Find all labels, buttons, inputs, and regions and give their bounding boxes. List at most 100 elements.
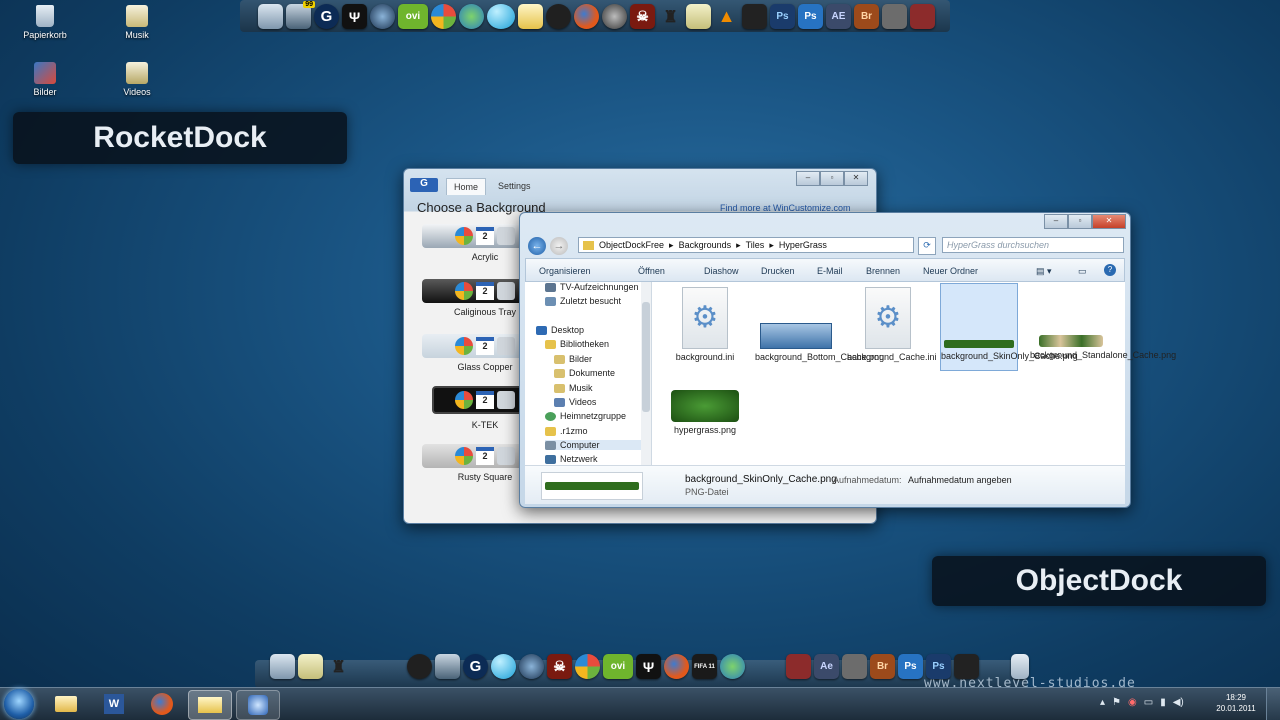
nav-item[interactable]: Netzwerk bbox=[545, 454, 598, 464]
monitor-icon[interactable]: 99 bbox=[286, 1, 315, 29]
antivirus-icon[interactable]: ◉ bbox=[1128, 697, 1137, 708]
vlc-icon[interactable]: ▲ bbox=[714, 4, 739, 29]
file-item[interactable]: background_Bottom_Cache.png bbox=[755, 287, 884, 362]
volume-icon[interactable]: ◀) bbox=[1173, 697, 1184, 708]
start-button[interactable] bbox=[4, 689, 34, 719]
view-options-icon[interactable]: ▤ ▾ bbox=[1036, 259, 1052, 283]
back-button[interactable]: ← bbox=[528, 237, 546, 255]
forward-button[interactable]: → bbox=[550, 237, 568, 255]
fifa-icon[interactable]: FIFA 11 bbox=[692, 654, 717, 679]
skull-game-icon[interactable]: ☠ bbox=[547, 654, 572, 679]
nav-item[interactable]: TV-Aufzeichnungen bbox=[545, 282, 639, 292]
moon-app-icon[interactable] bbox=[519, 654, 544, 679]
new-folder-button[interactable]: Neuer Ordner bbox=[923, 259, 978, 283]
nav-item[interactable]: Desktop bbox=[536, 325, 584, 335]
settings-icon[interactable] bbox=[882, 4, 907, 29]
steam-icon[interactable] bbox=[546, 4, 571, 29]
nav-item[interactable]: Zuletzt besucht bbox=[545, 296, 621, 306]
minimize-button[interactable]: – bbox=[796, 171, 820, 186]
file-item[interactable]: ⚙ background_Cache.ini bbox=[847, 287, 937, 362]
g-app-icon[interactable]: G bbox=[463, 654, 488, 679]
desktop-icon-pictures[interactable]: Bilder bbox=[10, 62, 80, 97]
firefox-icon[interactable] bbox=[574, 4, 599, 29]
messenger-icon[interactable] bbox=[720, 654, 745, 679]
address-bar[interactable]: ObjectDockFree ▸ Backgrounds ▸ Tiles ▸ Hype… bbox=[578, 237, 914, 253]
organize-button[interactable]: Organisieren bbox=[539, 259, 591, 283]
bridge-icon[interactable]: Br bbox=[854, 4, 879, 29]
after-effects-icon[interactable]: AE bbox=[826, 4, 851, 29]
flag-icon[interactable]: ⚑ bbox=[1112, 697, 1121, 708]
photoshop-icon[interactable]: Ps bbox=[770, 4, 795, 29]
desktop-icon-videos[interactable]: Videos bbox=[102, 62, 172, 97]
taskbar-word-button[interactable]: W bbox=[94, 690, 134, 718]
breadcrumb-item[interactable]: HyperGrass bbox=[779, 240, 827, 250]
wing-app-icon[interactable]: Ψ bbox=[636, 654, 661, 679]
nav-item[interactable]: Musik bbox=[554, 383, 593, 393]
after-effects-icon[interactable]: Ae bbox=[814, 654, 839, 679]
scrollbar[interactable] bbox=[641, 282, 651, 465]
moon-app-icon[interactable] bbox=[370, 4, 395, 29]
desktop-icon-recycle-bin[interactable]: Papierkorb bbox=[10, 5, 80, 40]
ovi-icon[interactable]: ovi bbox=[603, 654, 633, 679]
tool-icon[interactable] bbox=[910, 4, 935, 29]
breadcrumb-item[interactable]: ObjectDockFree bbox=[599, 240, 664, 250]
minimize-button[interactable]: – bbox=[1044, 214, 1068, 229]
network-signal-icon[interactable]: ▮ bbox=[1160, 697, 1166, 708]
breadcrumb-item[interactable]: Tiles bbox=[746, 240, 765, 250]
email-button[interactable]: E-Mail bbox=[817, 259, 843, 283]
close-button[interactable]: ✕ bbox=[1092, 214, 1126, 229]
nav-item[interactable]: Bibliotheken bbox=[545, 339, 609, 349]
breadcrumb-item[interactable]: Backgrounds bbox=[679, 240, 732, 250]
taskbar-firefox-button[interactable] bbox=[142, 690, 182, 718]
burn-button[interactable]: Brennen bbox=[866, 259, 900, 283]
photoshop-icon[interactable]: Ps bbox=[898, 654, 923, 679]
g-app-icon[interactable]: G bbox=[314, 4, 339, 29]
file-item-selected[interactable]: background_SkinOnly_Cache.png bbox=[940, 283, 1078, 371]
preview-pane-icon[interactable]: ▭ bbox=[1078, 259, 1087, 283]
search-input[interactable]: HyperGrass durchsuchen bbox=[942, 237, 1124, 253]
folder-icon[interactable] bbox=[518, 4, 543, 29]
sphere-icon[interactable] bbox=[487, 4, 515, 29]
notes-icon[interactable] bbox=[298, 654, 323, 679]
explorer-window[interactable]: – ▫ ✕ ← → ObjectDockFree ▸ Backgrounds ▸ Til… bbox=[519, 212, 1176, 508]
monitor-icon[interactable] bbox=[435, 654, 460, 679]
photoshop-icon-2[interactable]: Ps bbox=[798, 4, 823, 29]
maximize-button[interactable]: ▫ bbox=[1068, 214, 1092, 229]
nav-item[interactable]: Bilder bbox=[554, 354, 592, 364]
windows-icon[interactable] bbox=[431, 4, 456, 29]
file-item[interactable]: ⚙ background.ini bbox=[664, 287, 746, 362]
slideshow-button[interactable]: Diashow bbox=[704, 259, 739, 283]
print-button[interactable]: Drucken bbox=[761, 259, 795, 283]
monitor-icon[interactable]: ▭ bbox=[1144, 697, 1153, 708]
app-menu-button[interactable]: G bbox=[410, 178, 438, 192]
skull-game-icon[interactable]: ☠ bbox=[630, 4, 655, 29]
bridge-icon[interactable]: Br bbox=[870, 654, 895, 679]
tool-icon[interactable] bbox=[786, 654, 811, 679]
tab-home[interactable]: Home bbox=[446, 178, 487, 195]
messenger-icon[interactable] bbox=[459, 4, 484, 29]
details-date-value[interactable]: Aufnahmedatum angeben bbox=[908, 475, 1012, 485]
windows-icon[interactable] bbox=[575, 654, 600, 679]
notes-icon[interactable] bbox=[686, 4, 711, 29]
firefox-icon[interactable] bbox=[664, 654, 689, 679]
show-desktop-button[interactable] bbox=[1266, 688, 1280, 720]
help-icon[interactable]: ? bbox=[1104, 264, 1116, 276]
nav-item[interactable]: .r1zmo bbox=[545, 426, 588, 436]
nav-item[interactable]: Videos bbox=[554, 397, 596, 407]
close-button[interactable]: ✕ bbox=[844, 171, 868, 186]
tray-expand-icon[interactable]: ▴ bbox=[1100, 697, 1105, 708]
steam-icon[interactable] bbox=[407, 654, 432, 679]
media-icon[interactable] bbox=[742, 4, 767, 29]
clock[interactable]: 18:29 20.01.2011 bbox=[1214, 692, 1258, 714]
taskbar-mail-button[interactable] bbox=[46, 690, 86, 718]
taskbar-explorer-button[interactable] bbox=[188, 690, 232, 720]
nav-item[interactable]: Computer bbox=[545, 440, 641, 450]
wing-app-icon[interactable]: Ψ bbox=[342, 4, 367, 29]
open-button[interactable]: Öffnen bbox=[638, 259, 665, 283]
computer-icon[interactable] bbox=[270, 654, 295, 679]
refresh-button[interactable]: ⟳ bbox=[918, 237, 936, 255]
scrollbar-thumb[interactable] bbox=[642, 302, 650, 412]
computer-icon[interactable] bbox=[258, 4, 283, 29]
tab-settings[interactable]: Settings bbox=[498, 181, 531, 191]
settings-icon[interactable] bbox=[842, 654, 867, 679]
